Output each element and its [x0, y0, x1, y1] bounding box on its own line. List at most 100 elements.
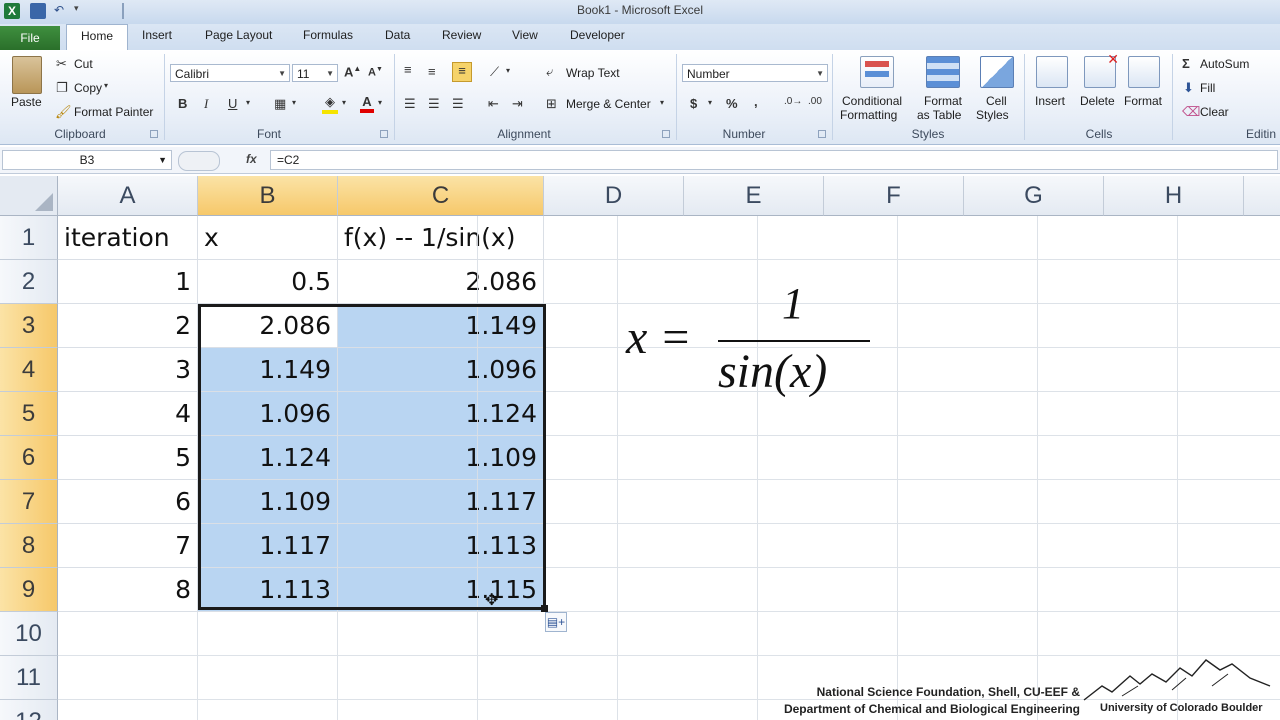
- wrap-text-button[interactable]: Wrap Text: [566, 66, 620, 80]
- cell-a4[interactable]: 3: [58, 348, 198, 392]
- cell-c9[interactable]: 1.115: [338, 568, 544, 612]
- shrink-font-icon[interactable]: A▼: [368, 66, 383, 79]
- row-header-8[interactable]: 8: [0, 524, 58, 568]
- cell-c1[interactable]: f(x) -- 1/sin(x): [338, 216, 544, 260]
- fill-color-dropdown-icon[interactable]: ▾: [342, 98, 346, 107]
- column-header-g[interactable]: G: [964, 176, 1104, 216]
- column-header-c[interactable]: C: [338, 176, 544, 216]
- font-name-select[interactable]: Calibri ▼: [170, 64, 290, 82]
- cell-b1[interactable]: x: [198, 216, 338, 260]
- copy-icon[interactable]: ❐: [56, 80, 68, 96]
- wrap-text-icon[interactable]: ⤶: [546, 64, 553, 80]
- paste-button[interactable]: Paste: [11, 95, 42, 109]
- fill-color-icon[interactable]: ◈: [322, 94, 338, 114]
- align-middle-icon[interactable]: ≡: [428, 64, 436, 79]
- cell-b6[interactable]: 1.124: [198, 436, 338, 480]
- tab-page-layout[interactable]: Page Layout: [205, 28, 272, 42]
- italic-button[interactable]: I: [204, 96, 208, 112]
- column-header-h[interactable]: H: [1104, 176, 1244, 216]
- column-header-f[interactable]: F: [824, 176, 964, 216]
- alignment-launcher-icon[interactable]: [662, 130, 670, 138]
- currency-dropdown-icon[interactable]: ▾: [708, 98, 712, 107]
- fill-button[interactable]: Fill: [1200, 81, 1215, 95]
- cell-b8[interactable]: 1.117: [198, 524, 338, 568]
- decrease-decimal-icon[interactable]: .00: [808, 96, 822, 107]
- cell-a8[interactable]: 7: [58, 524, 198, 568]
- autosum-button[interactable]: AutoSum: [1200, 57, 1249, 71]
- row-header-9[interactable]: 9: [0, 568, 58, 612]
- orientation-dropdown-icon[interactable]: ▾: [506, 66, 510, 75]
- cell-a9[interactable]: 8: [58, 568, 198, 612]
- align-center-icon[interactable]: ☰: [428, 96, 440, 112]
- tab-developer[interactable]: Developer: [570, 28, 625, 42]
- font-color-dropdown-icon[interactable]: ▾: [378, 98, 382, 107]
- row-header-1[interactable]: 1: [0, 216, 58, 260]
- column-header-e[interactable]: E: [684, 176, 824, 216]
- bold-button[interactable]: B: [178, 96, 187, 111]
- delete-cells-icon[interactable]: ✕: [1084, 51, 1119, 88]
- percent-button[interactable]: %: [726, 96, 738, 111]
- clear-button[interactable]: Clear: [1200, 105, 1229, 119]
- insert-function-button[interactable]: fx: [246, 152, 257, 166]
- conditional-formatting-label-2[interactable]: Formatting: [840, 108, 897, 122]
- format-painter-button[interactable]: Format Painter: [74, 105, 153, 119]
- row-header-7[interactable]: 7: [0, 480, 58, 524]
- tab-formulas[interactable]: Formulas: [303, 28, 353, 42]
- cell-c6[interactable]: 1.109: [338, 436, 544, 480]
- number-format-select[interactable]: Number ▼: [682, 64, 828, 82]
- row-header-10[interactable]: 10: [0, 612, 58, 656]
- copy-dropdown-icon[interactable]: ▾: [104, 81, 108, 90]
- merge-center-icon[interactable]: ⊞: [546, 96, 557, 112]
- paste-options-icon[interactable]: ▤+: [545, 612, 567, 632]
- cell-c4[interactable]: 1.096: [338, 348, 544, 392]
- align-left-icon[interactable]: ☰: [404, 96, 416, 112]
- format-cells-button[interactable]: Format: [1124, 94, 1162, 108]
- clipboard-launcher-icon[interactable]: [150, 130, 158, 138]
- cell-a2[interactable]: 1: [58, 260, 198, 304]
- cell-b3[interactable]: 2.086: [198, 304, 338, 348]
- row-header-2[interactable]: 2: [0, 260, 58, 304]
- cell-c2[interactable]: 2.086: [338, 260, 544, 304]
- comma-button[interactable]: ,: [754, 94, 758, 109]
- cell-styles-label-1[interactable]: Cell: [986, 94, 1007, 108]
- format-cells-icon[interactable]: [1128, 56, 1160, 88]
- paste-icon[interactable]: [12, 56, 42, 94]
- font-size-select[interactable]: 11 ▼: [292, 64, 338, 82]
- increase-decimal-icon[interactable]: .0→: [784, 96, 802, 107]
- conditional-formatting-label-1[interactable]: Conditional: [842, 94, 902, 108]
- cell-a3[interactable]: 2: [58, 304, 198, 348]
- row-header-12[interactable]: 12: [0, 700, 58, 720]
- format-as-table-label-2[interactable]: as Table: [917, 108, 961, 122]
- column-header-a[interactable]: A: [58, 176, 198, 216]
- row-header-4[interactable]: 4: [0, 348, 58, 392]
- increase-indent-icon[interactable]: ⇥: [512, 96, 523, 112]
- column-header-d[interactable]: D: [544, 176, 684, 216]
- number-launcher-icon[interactable]: [818, 130, 826, 138]
- currency-button[interactable]: $: [690, 96, 697, 111]
- select-all-button[interactable]: [0, 176, 58, 216]
- merge-center-button[interactable]: Merge & Center: [566, 97, 651, 111]
- row-header-6[interactable]: 6: [0, 436, 58, 480]
- tab-file[interactable]: File: [0, 26, 60, 50]
- tab-view[interactable]: View: [512, 28, 538, 42]
- align-bottom-icon[interactable]: ≡: [452, 62, 472, 82]
- tab-review[interactable]: Review: [442, 28, 481, 42]
- cut-button[interactable]: Cut: [74, 57, 93, 71]
- font-color-icon[interactable]: A: [360, 94, 374, 113]
- cell-styles-label-2[interactable]: Styles: [976, 108, 1009, 122]
- copy-button[interactable]: Copy: [74, 81, 102, 95]
- column-header-b[interactable]: B: [198, 176, 338, 216]
- column-header-partial[interactable]: [1244, 176, 1280, 216]
- cell-a5[interactable]: 4: [58, 392, 198, 436]
- font-launcher-icon[interactable]: [380, 130, 388, 138]
- tab-home[interactable]: Home: [66, 24, 128, 51]
- format-as-table-label-1[interactable]: Format: [924, 94, 962, 108]
- row-header-11[interactable]: 11: [0, 656, 58, 700]
- fill-icon[interactable]: ⬇: [1183, 80, 1194, 96]
- tab-data[interactable]: Data: [385, 28, 410, 42]
- decrease-indent-icon[interactable]: ⇤: [488, 96, 499, 112]
- row-header-3[interactable]: 3: [0, 304, 58, 348]
- insert-cells-icon[interactable]: [1036, 56, 1068, 88]
- cell-a1[interactable]: iteration: [58, 216, 198, 260]
- row-header-5[interactable]: 5: [0, 392, 58, 436]
